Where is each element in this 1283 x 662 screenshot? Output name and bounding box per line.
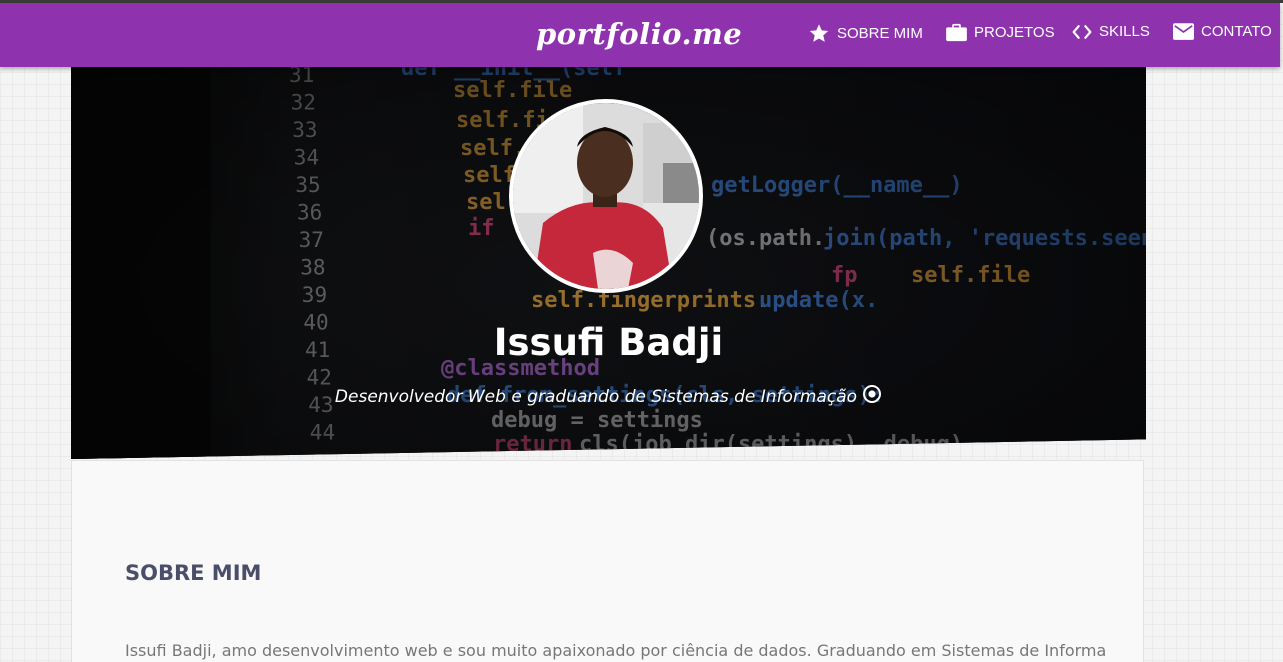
hero-name: Issufi Badji bbox=[493, 321, 724, 364]
hero-subtitle-text: Desenvolvedor Web e graduando de Sistema… bbox=[334, 386, 858, 407]
nav-projetos-label: PROJETOS bbox=[974, 24, 1055, 41]
nav-contato[interactable]: CONTATO bbox=[1173, 23, 1272, 40]
nav-sobre-mim-label: SOBRE MIM bbox=[837, 25, 923, 42]
profile-avatar bbox=[509, 99, 703, 293]
brand-logo[interactable]: portfolio.me bbox=[536, 17, 742, 51]
about-text: Issufi Badji, amo desenvolvimento web e … bbox=[125, 641, 1105, 660]
about-heading: SOBRE MIM bbox=[125, 561, 262, 585]
about-section: SOBRE MIM Issufi Badji, amo desenvolvime… bbox=[71, 460, 1144, 662]
nav-sobre-mim[interactable]: SOBRE MIM bbox=[808, 23, 923, 44]
nav-skills[interactable]: SKILLS bbox=[1072, 23, 1150, 40]
briefcase-icon bbox=[946, 23, 967, 42]
hero-banner: 3132333435363738394041424344 self.file s… bbox=[71, 67, 1146, 459]
nav-contato-label: CONTATO bbox=[1201, 23, 1272, 40]
nav-projetos[interactable]: PROJETOS bbox=[946, 23, 1055, 42]
top-navbar: portfolio.me SOBRE MIM PROJETOS SKILLS C… bbox=[0, 3, 1280, 67]
target-icon bbox=[862, 384, 882, 409]
hero-subtitle: Desenvolvedor Web e graduando de Sistema… bbox=[71, 384, 1146, 409]
nav-skills-label: SKILLS bbox=[1099, 23, 1150, 40]
envelope-icon bbox=[1173, 23, 1194, 40]
code-icon bbox=[1072, 24, 1092, 40]
star-icon bbox=[808, 23, 830, 44]
